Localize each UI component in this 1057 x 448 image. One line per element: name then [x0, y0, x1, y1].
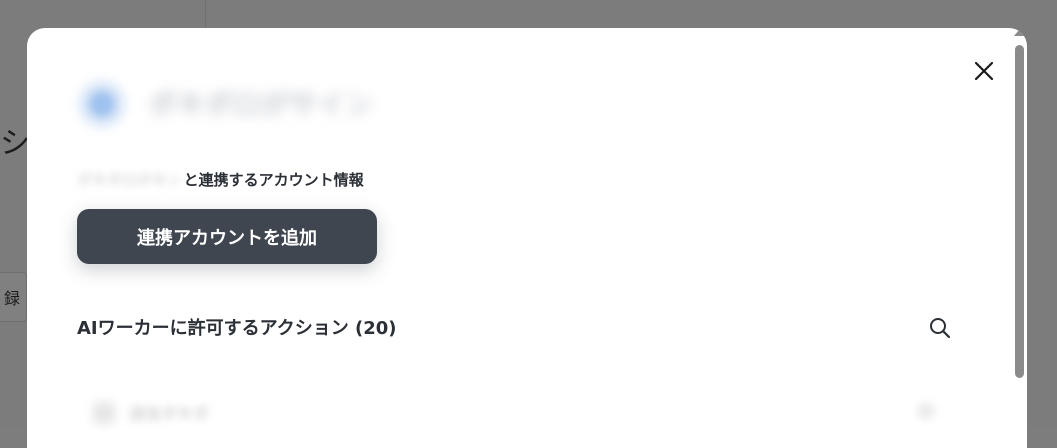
- add-linked-account-button[interactable]: 連携アカウントを追加: [77, 209, 377, 264]
- close-icon: [974, 61, 994, 81]
- background-heading: シ: [0, 126, 30, 161]
- linked-service-name: ボキボロボキン: [77, 170, 182, 189]
- action-item-toggle[interactable]: [917, 402, 935, 420]
- action-item-label: 送信ボキボ: [129, 404, 210, 423]
- allowed-actions-title: AIワーカーに許可するアクション (20): [77, 318, 397, 339]
- app-name: ボキボロがサイン: [149, 88, 374, 121]
- linked-account-label: と連携するアカウント情報: [183, 170, 364, 189]
- action-item-icon: [93, 402, 115, 424]
- app-logo-icon: [90, 92, 114, 116]
- action-list-item[interactable]: 送信ボキボ: [77, 388, 957, 438]
- app-connection-modal: ボキボロがサイン ボキボロボキン と連携するアカウント情報 連携アカウントを追加…: [27, 28, 1027, 448]
- background-tab-label: 録: [3, 289, 20, 308]
- background-tab: 録: [0, 272, 27, 322]
- search-actions-button[interactable]: [927, 315, 953, 341]
- scrollbar-thumb[interactable]: [1015, 45, 1024, 378]
- search-icon: [930, 318, 951, 339]
- close-button[interactable]: [969, 56, 999, 86]
- linked-account-info: ボキボロボキン と連携するアカウント情報: [77, 168, 364, 190]
